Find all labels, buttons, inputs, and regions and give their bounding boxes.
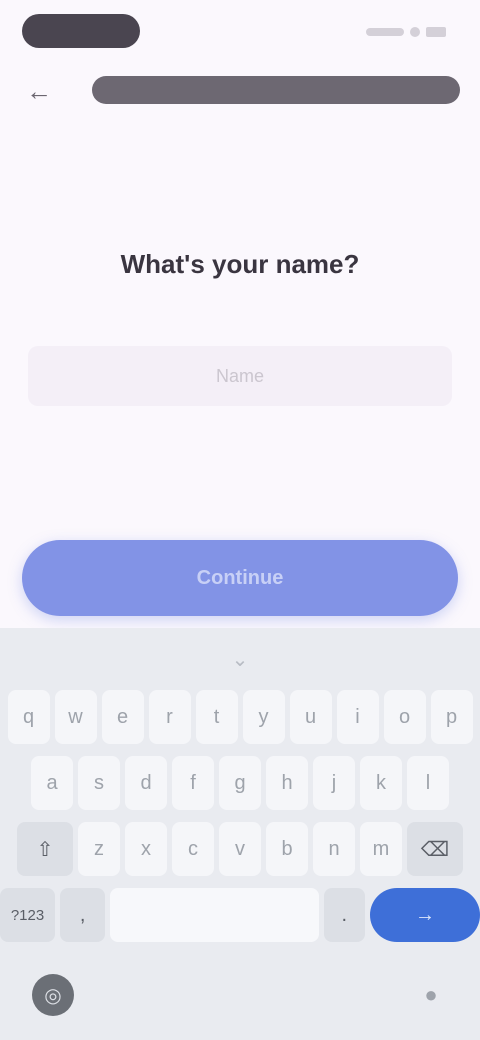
key-v[interactable]: v (219, 822, 261, 876)
keyboard-suggestion-bar: ⌄ (0, 628, 480, 690)
key-f[interactable]: f (172, 756, 214, 810)
key-a[interactable]: a (31, 756, 73, 810)
key-d[interactable]: d (125, 756, 167, 810)
space-key[interactable] (110, 888, 319, 942)
key-s[interactable]: s (78, 756, 120, 810)
microphone-button[interactable]: ● (416, 978, 446, 1012)
keyboard-row-3: ⇧ z x c v b n m ⌫ (0, 822, 480, 876)
key-l[interactable]: l (407, 756, 449, 810)
globe-icon: ◎ (44, 984, 62, 1007)
microphone-icon: ● (424, 982, 438, 1007)
page-title: What's your name? (120, 248, 360, 279)
top-app-bar: ← (0, 62, 480, 118)
globe-button[interactable]: ◎ (32, 974, 74, 1016)
shift-key[interactable]: ⇧ (17, 822, 73, 876)
enter-key[interactable]: → (369, 888, 480, 942)
status-icons (350, 22, 446, 42)
key-y[interactable]: y (242, 690, 285, 744)
key-x[interactable]: x (125, 822, 167, 876)
period-key[interactable]: . (323, 888, 365, 942)
key-g[interactable]: g (219, 756, 261, 810)
enter-icon: → (414, 903, 435, 926)
comma-key[interactable]: , (60, 888, 106, 942)
keyboard-row-4: ?123 , . → (0, 888, 480, 942)
status-time-pill (22, 14, 140, 48)
battery-icon (426, 27, 446, 37)
key-n[interactable]: n (313, 822, 355, 876)
key-q[interactable]: q (7, 690, 50, 744)
key-o[interactable]: o (383, 690, 426, 744)
keyboard-row-1: q w e r t y u i o p (0, 690, 480, 744)
key-j[interactable]: j (313, 756, 355, 810)
key-t[interactable]: t (195, 690, 238, 744)
key-m[interactable]: m (360, 822, 402, 876)
key-p[interactable]: p (430, 690, 473, 744)
continue-button[interactable]: Continue (22, 540, 458, 616)
keyboard-nav-bar: ◎ ● (0, 968, 480, 1040)
key-i[interactable]: i (336, 690, 379, 744)
key-w[interactable]: w (54, 690, 97, 744)
key-r[interactable]: r (148, 690, 191, 744)
key-u[interactable]: u (289, 690, 332, 744)
name-field-container[interactable] (28, 346, 452, 406)
key-h[interactable]: h (266, 756, 308, 810)
symbols-key[interactable]: ?123 (0, 888, 56, 942)
status-bar (0, 0, 480, 60)
key-k[interactable]: k (360, 756, 402, 810)
chevron-down-icon[interactable]: ⌄ (225, 648, 255, 671)
signal-icon (366, 28, 404, 36)
backspace-key[interactable]: ⌫ (407, 822, 463, 876)
shift-icon: ⇧ (36, 838, 54, 861)
app-bar-title (92, 76, 460, 104)
key-z[interactable]: z (78, 822, 120, 876)
key-e[interactable]: e (101, 690, 144, 744)
arrow-back-icon: ← (26, 76, 52, 106)
key-b[interactable]: b (266, 822, 308, 876)
back-button[interactable]: ← (22, 74, 56, 108)
name-input[interactable] (28, 346, 452, 406)
key-c[interactable]: c (172, 822, 214, 876)
wifi-icon (410, 27, 420, 37)
backspace-icon: ⌫ (420, 838, 450, 861)
keyboard-row-2: a s d f g h j k l (0, 756, 480, 810)
soft-keyboard: ⌄ q w e r t y u i o p a s d f g h j k l … (0, 628, 480, 1040)
